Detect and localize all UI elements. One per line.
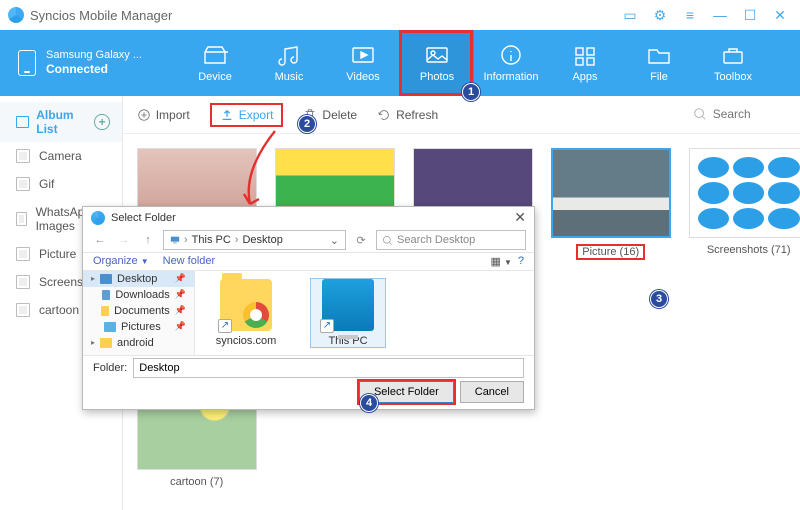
nav-information[interactable]: Information	[474, 30, 548, 96]
new-folder-button[interactable]: New folder	[163, 255, 216, 267]
shortcut-icon: ↗	[218, 319, 232, 333]
help-icon[interactable]: ?	[518, 255, 524, 268]
pc-icon: ↗	[322, 279, 374, 331]
photos-icon	[424, 44, 450, 66]
step-badge-2: 2	[298, 115, 316, 133]
minimize-icon[interactable]: —	[708, 3, 732, 27]
file-icon	[646, 44, 672, 66]
search-input[interactable]	[713, 107, 800, 121]
toolbox-icon	[720, 44, 746, 66]
nav-music[interactable]: Music	[252, 30, 326, 96]
app-title: Syncios Mobile Manager	[30, 8, 172, 23]
tree-item[interactable]: ▸Desktop📌	[83, 271, 194, 287]
back-icon[interactable]: ←	[91, 231, 109, 249]
syncios-logo-icon	[91, 211, 105, 225]
device-status-label: Connected	[46, 62, 108, 76]
folder-label: Folder:	[93, 362, 127, 374]
import-button[interactable]: Import	[137, 108, 190, 122]
close-icon[interactable]: ✕	[514, 209, 526, 226]
step-badge-3: 3	[650, 290, 668, 308]
search-icon	[382, 235, 393, 246]
tree-item[interactable]: Pictures📌	[83, 319, 194, 335]
close-icon[interactable]: ✕	[768, 3, 792, 27]
device-status[interactable]: Samsung Galaxy ... Connected	[0, 30, 178, 96]
music-icon	[276, 44, 302, 66]
step-badge-4: 4	[360, 394, 378, 412]
up-icon[interactable]: ↑	[139, 231, 157, 249]
nav-videos[interactable]: Videos	[326, 30, 400, 96]
refresh-button[interactable]: Refresh	[377, 108, 438, 122]
tree-item[interactable]: Downloads📌	[83, 287, 194, 303]
view-icon[interactable]: ▦ ▼	[491, 255, 512, 268]
search-box[interactable]	[687, 105, 800, 124]
downloads-icon	[102, 290, 111, 300]
device-name: Samsung Galaxy ...	[46, 48, 142, 62]
file-item[interactable]: ↗ This PC	[311, 279, 385, 347]
sidebar-heading[interactable]: Album List +	[0, 102, 122, 142]
info-icon	[498, 44, 524, 66]
videos-icon	[350, 44, 376, 66]
forward-icon[interactable]: →	[115, 231, 133, 249]
tree-item[interactable]: Documents📌	[83, 303, 194, 319]
dialog-title: Select Folder	[111, 212, 176, 224]
thumb-item[interactable]: Picture (16)	[551, 148, 671, 260]
folder-icon	[16, 177, 30, 191]
present-icon[interactable]: ▭	[618, 3, 642, 27]
apps-icon	[572, 44, 598, 66]
maximize-icon[interactable]: ☐	[738, 3, 762, 27]
chevron-down-icon[interactable]: ⌄	[330, 234, 339, 247]
folder-icon: ↗	[220, 279, 272, 331]
folder-icon	[16, 247, 30, 261]
tree-item[interactable]: ▸android	[83, 335, 194, 351]
gear-icon[interactable]: ⚙	[648, 3, 672, 27]
device-icon	[202, 44, 228, 66]
folder-icon	[16, 303, 30, 317]
select-folder-dialog: Select Folder ✕ ← → ↑ ›This PC ›Desktop …	[82, 206, 535, 410]
documents-icon	[101, 306, 109, 316]
cancel-button[interactable]: Cancel	[460, 381, 524, 403]
pictures-icon	[104, 322, 116, 332]
chrome-icon	[243, 302, 269, 328]
dialog-tree: ▸Desktop📌 Downloads📌 Documents📌 Pictures…	[83, 271, 195, 355]
titlebar: Syncios Mobile Manager ▭ ⚙ ≡ — ☐ ✕	[0, 0, 800, 30]
main-navbar: Samsung Galaxy ... Connected Device Musi…	[0, 30, 800, 96]
thumb-item[interactable]: Screenshots (71)	[689, 148, 800, 260]
breadcrumb[interactable]: ›This PC ›Desktop ⌄	[163, 230, 346, 250]
add-icon[interactable]: +	[94, 114, 109, 130]
phone-icon	[18, 50, 36, 76]
nav-apps[interactable]: Apps	[548, 30, 622, 96]
dialog-file-pane[interactable]: ↗ syncios.com ↗ This PC	[195, 271, 534, 355]
folder-input[interactable]	[133, 358, 524, 378]
export-button[interactable]: Export	[210, 103, 284, 127]
refresh-icon[interactable]: ⟳	[352, 231, 370, 249]
album-icon	[16, 116, 29, 128]
step-badge-1: 1	[462, 83, 480, 101]
syncios-logo-icon	[8, 7, 24, 23]
folder-icon	[16, 212, 27, 226]
folder-icon	[100, 338, 112, 348]
file-item[interactable]: ↗ syncios.com	[209, 279, 283, 347]
nav-toolbox[interactable]: Toolbox	[696, 30, 770, 96]
shortcut-icon: ↗	[320, 319, 334, 333]
dialog-titlebar: Select Folder ✕	[83, 207, 534, 228]
nav-file[interactable]: File	[622, 30, 696, 96]
organize-menu[interactable]: Organize ▼	[93, 255, 149, 267]
pc-icon	[170, 235, 180, 245]
menu-icon[interactable]: ≡	[678, 3, 702, 27]
nav-device[interactable]: Device	[178, 30, 252, 96]
sidebar-item-gif[interactable]: Gif	[0, 170, 122, 198]
toolbar: Import Export Delete Refresh	[123, 96, 800, 134]
dialog-search[interactable]: Search Desktop	[376, 230, 526, 250]
desktop-icon	[100, 274, 112, 284]
sidebar-item-camera[interactable]: Camera	[0, 142, 122, 170]
folder-icon	[16, 275, 30, 289]
folder-icon	[16, 149, 30, 163]
search-icon	[693, 107, 707, 121]
